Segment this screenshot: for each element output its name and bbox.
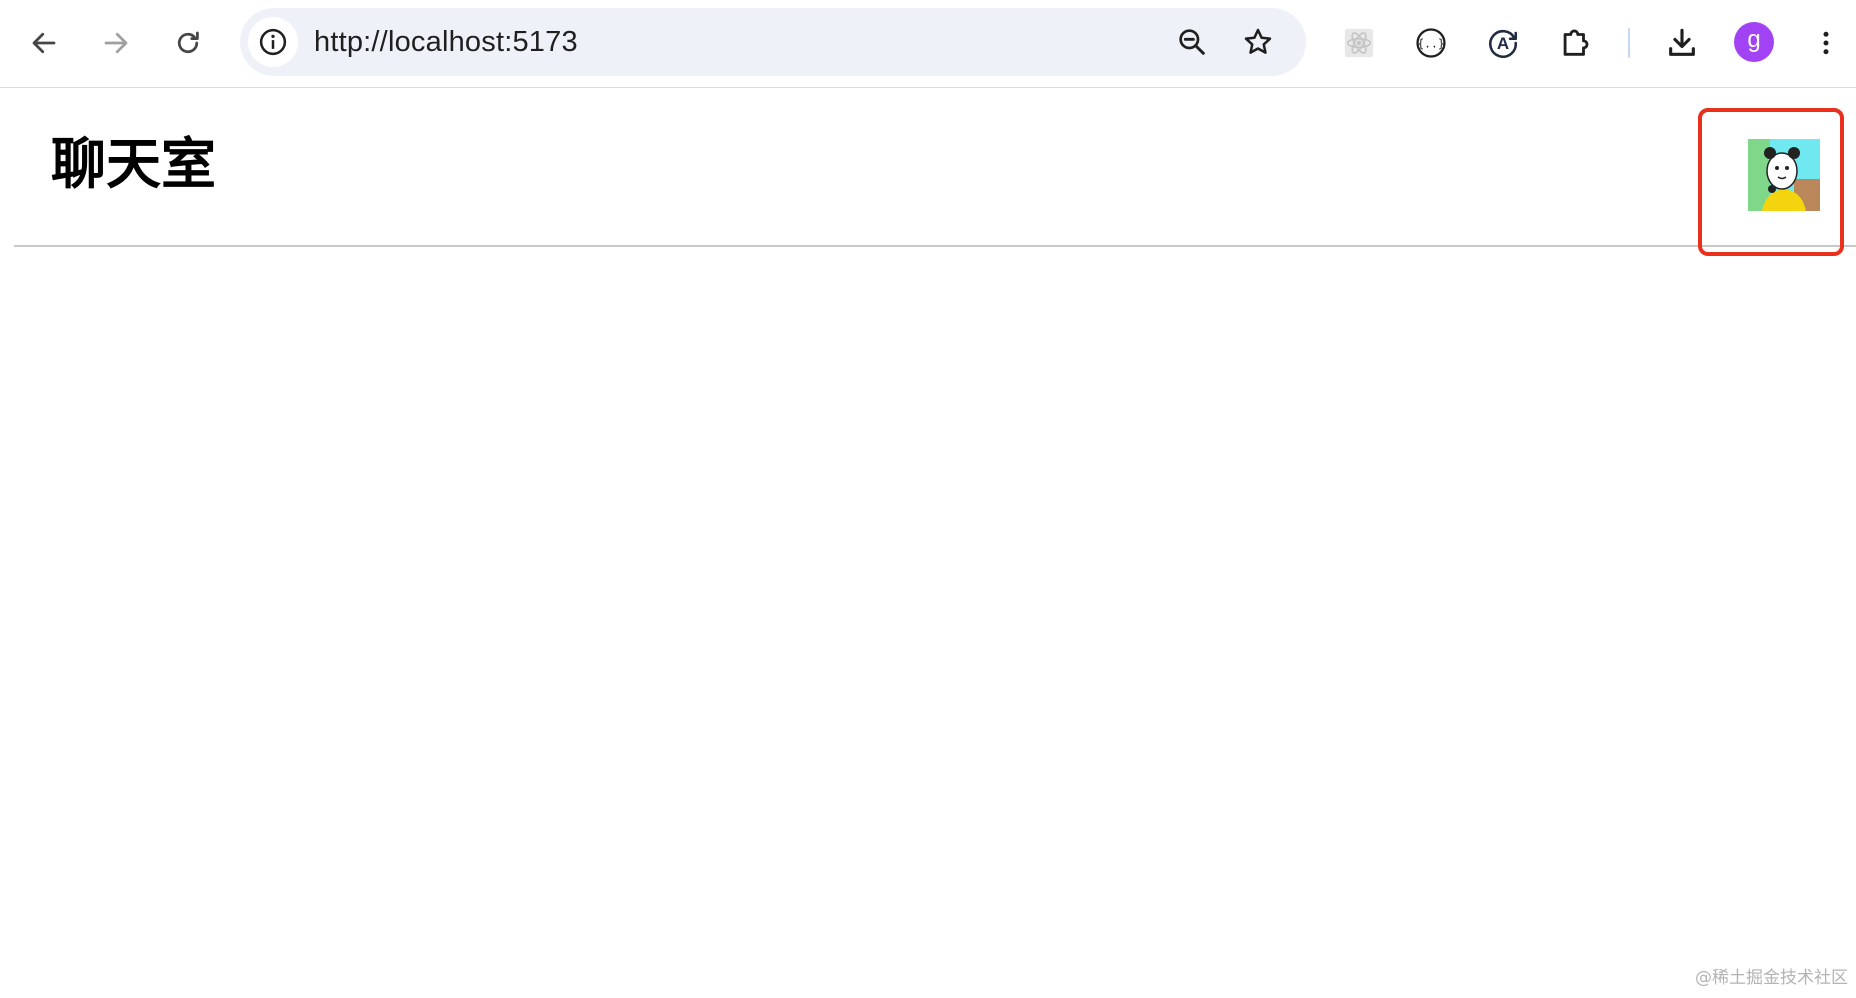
zoom-button[interactable] — [1168, 18, 1216, 66]
profile-initial: g — [1747, 26, 1761, 53]
watermark: @稀土掘金技术社区 — [1695, 968, 1848, 988]
profile-button[interactable]: g — [1734, 22, 1774, 62]
json-viewer-extension[interactable]: {..} — [1407, 19, 1455, 67]
forward-button[interactable] — [92, 19, 140, 67]
svg-text:{..}: {..} — [1417, 36, 1444, 50]
puzzle-icon — [1563, 29, 1589, 56]
arrow-right-icon — [104, 32, 128, 54]
download-icon — [1669, 28, 1695, 56]
downloads-button[interactable] — [1658, 19, 1706, 67]
star-icon — [1244, 28, 1272, 54]
url-text[interactable]: http://localhost:5173 — [314, 8, 578, 76]
translate-a-icon: A — [1489, 29, 1518, 58]
kebab-menu-icon — [1823, 31, 1829, 55]
react-devtools-extension[interactable] — [1335, 19, 1383, 67]
address-bar[interactable]: http://localhost:5173 — [240, 8, 1306, 76]
extensions-button[interactable] — [1551, 19, 1599, 67]
json-braces-icon: {..} — [1416, 28, 1446, 58]
chat-header: 聊天室 — [14, 89, 1856, 247]
page-title: 聊天室 — [51, 132, 217, 196]
bookmark-button[interactable] — [1234, 18, 1282, 66]
reload-button[interactable] — [164, 19, 212, 67]
back-button[interactable] — [20, 19, 68, 67]
toolbar-divider — [1628, 28, 1630, 58]
translate-extension[interactable]: A — [1479, 19, 1527, 67]
react-devtools-icon — [1344, 28, 1374, 58]
site-info-button[interactable] — [248, 17, 298, 67]
arrow-left-icon — [32, 32, 56, 54]
browser-toolbar: http://localhost:5173 {..} A g — [0, 0, 1856, 88]
svg-text:A: A — [1497, 34, 1509, 53]
browser-menu-button[interactable] — [1802, 19, 1850, 67]
zoom-out-icon — [1179, 29, 1205, 55]
info-icon — [259, 28, 287, 56]
reload-icon — [177, 31, 199, 54]
avatar-highlight-box — [1698, 108, 1844, 256]
